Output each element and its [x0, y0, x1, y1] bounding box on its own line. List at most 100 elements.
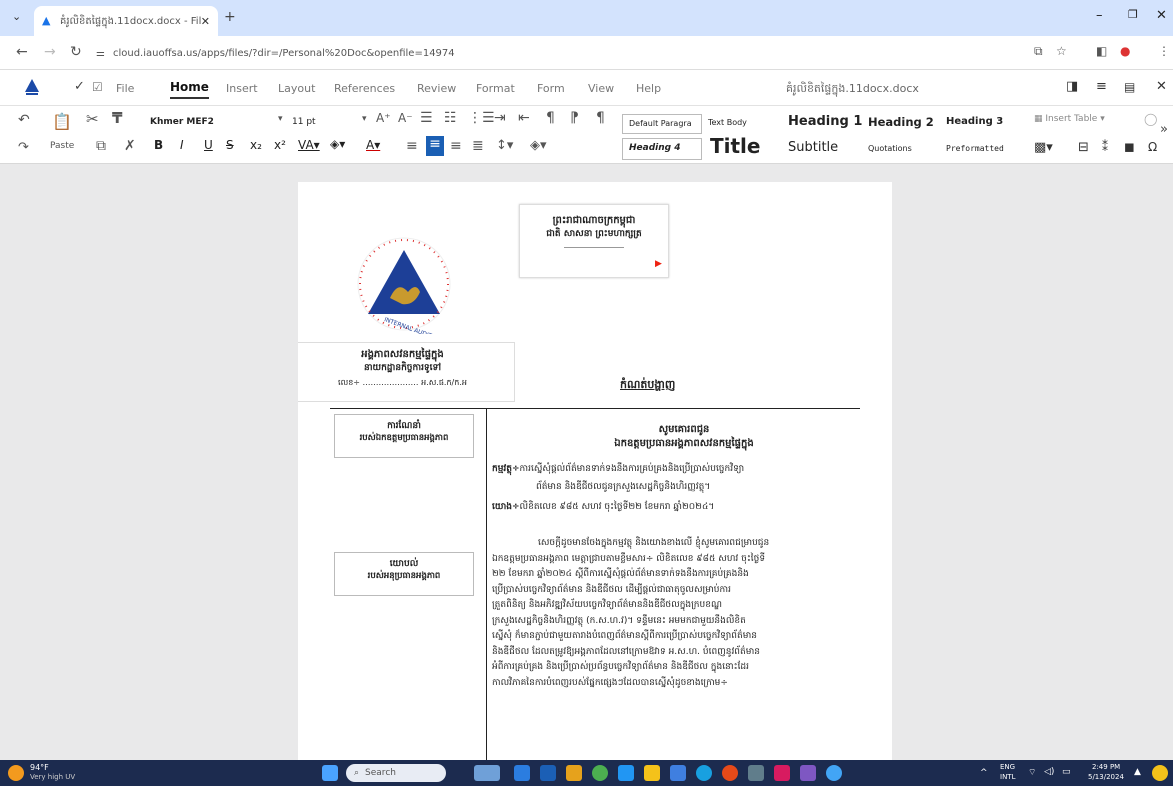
decrease-indent-icon[interactable]: ⇤	[518, 110, 530, 126]
paragraph-rtl-icon[interactable]: ¶	[596, 110, 605, 126]
app-icon-1[interactable]	[514, 765, 530, 781]
underline-icon[interactable]: U	[204, 138, 213, 152]
clock-time[interactable]: 2:49 PM	[1092, 763, 1120, 771]
page-break-icon[interactable]: ⊟	[1078, 140, 1089, 155]
style-subtitle[interactable]: Subtitle	[788, 140, 838, 155]
style-preformatted[interactable]: Preformatted	[946, 144, 1018, 153]
align-left-icon[interactable]: ≡	[406, 138, 418, 154]
profile-icon[interactable]: ●	[1120, 44, 1130, 58]
body-paragraph[interactable]: សេចក្តីដូចមានចែងក្នុងកម្មវត្ថុ និងយោងខាង…	[492, 536, 886, 691]
menu-format[interactable]: Format	[476, 82, 515, 95]
menu-view[interactable]: View	[588, 82, 614, 95]
style-title[interactable]: Title	[710, 134, 760, 158]
insert-comment-icon[interactable]: ◼	[1124, 140, 1135, 155]
checkbox-icon[interactable]: ☑	[92, 80, 103, 94]
network-icon[interactable]: ⌔	[1028, 767, 1036, 778]
style-heading-1[interactable]: Heading 1	[788, 114, 862, 129]
app-icon-7[interactable]	[748, 765, 764, 781]
insert-field-icon[interactable]: ⁑	[1102, 140, 1108, 154]
font-color-icon[interactable]: A▾	[366, 138, 380, 152]
menu-layout[interactable]: Layout	[278, 82, 315, 95]
app-icon-10[interactable]	[826, 765, 842, 781]
chrome-icon[interactable]	[592, 765, 608, 781]
cast-icon[interactable]: ⧉	[1034, 44, 1043, 59]
browser-tab[interactable]: ▲ គំរូលិខិតផ្ទៃក្នុង.11docx.docx - Files…	[34, 6, 218, 36]
notification-avatar-icon[interactable]	[1152, 765, 1168, 781]
style-heading-3[interactable]: Heading 3	[946, 116, 1003, 127]
special-character-icon[interactable]: Ω	[1148, 140, 1157, 154]
taskbar-search[interactable]: ⌕ Search	[346, 764, 446, 782]
sidepanel-icon[interactable]: ◧	[1096, 44, 1107, 58]
browser-menu-icon[interactable]: ⋮	[1158, 44, 1170, 58]
line-spacing-icon[interactable]: ↕▾	[496, 138, 513, 153]
app-icon-6[interactable]	[722, 765, 738, 781]
superscript-icon[interactable]: x²	[274, 138, 286, 152]
insert-table-button[interactable]: ▦ Insert Table ▾	[1034, 114, 1105, 124]
url-field[interactable]: ⚌ cloud.iauoffsa.us/apps/files/?dir=/Per…	[96, 41, 1026, 65]
paste-label[interactable]: Paste	[50, 141, 74, 151]
menu-file[interactable]: File	[116, 82, 134, 95]
volume-icon[interactable]: ◁)	[1044, 767, 1054, 777]
close-window-button[interactable]: ✕	[1156, 8, 1167, 23]
justify-icon[interactable]: ≣	[472, 138, 484, 154]
reload-icon[interactable]: ↻	[70, 44, 82, 60]
bookmark-star-icon[interactable]: ☆	[1056, 44, 1067, 58]
font-size-select[interactable]: 11 pt	[292, 117, 316, 127]
app-icon-8[interactable]	[774, 765, 790, 781]
app-icon-3[interactable]	[644, 765, 660, 781]
file-explorer-icon[interactable]	[566, 765, 582, 781]
outline-icon[interactable]: ⋮☰	[468, 110, 495, 126]
menu-form[interactable]: Form	[537, 82, 565, 95]
clear-formatting-icon[interactable]: ✗	[124, 138, 136, 154]
paragraph-background-icon[interactable]: ◈▾	[530, 138, 547, 153]
menu-help[interactable]: Help	[636, 82, 661, 95]
toolbar-overflow-icon[interactable]: »	[1160, 122, 1168, 137]
edge-icon[interactable]	[618, 765, 634, 781]
language-top[interactable]: ENG	[1000, 763, 1015, 771]
insert-chart-icon[interactable]: ◯	[1144, 112, 1157, 126]
shrink-font-icon[interactable]: A⁻	[398, 111, 413, 125]
kingdom-header-box[interactable]: ព្រះរាជាណាចក្រកម្ពុជា ជាតិ សាសនា ព្រះមហា…	[519, 204, 669, 278]
font-name-select[interactable]: Khmer MEF2	[150, 117, 214, 127]
paragraph-ltr-icon[interactable]: ⁋	[570, 110, 579, 126]
paste-icon[interactable]: 📋	[52, 112, 72, 131]
save-check-icon[interactable]: ✓	[74, 79, 85, 94]
highlight-color-icon[interactable]: ◈▾	[330, 137, 345, 151]
bullets-icon[interactable]: ☰	[420, 110, 433, 126]
style-quotations[interactable]: Quotations	[868, 144, 912, 153]
style-heading-4[interactable]: Heading 4	[622, 138, 702, 160]
style-heading-2[interactable]: Heading 2	[868, 115, 934, 129]
size-dropdown-icon[interactable]: ▾	[362, 114, 367, 124]
style-text-body[interactable]: Text Body	[708, 118, 747, 127]
numbering-icon[interactable]: ☷	[444, 110, 457, 126]
tab-search-icon[interactable]: ⌄	[12, 10, 21, 23]
org-header-box[interactable]: អង្គភាពសវនកម្មផ្ទៃក្នុង នាយកដ្ឋានកិច្ចកា…	[298, 342, 515, 402]
back-icon[interactable]: ←	[16, 44, 28, 60]
app-icon-9[interactable]	[800, 765, 816, 781]
copy-icon[interactable]: ⧉	[96, 138, 106, 154]
insert-image-icon[interactable]: ▩▾	[1034, 140, 1053, 155]
compact-view-icon[interactable]: ▤	[1124, 80, 1135, 94]
menu-review[interactable]: Review	[417, 82, 456, 95]
menu-home[interactable]: Home	[170, 80, 209, 99]
italic-icon[interactable]: I	[180, 138, 184, 152]
tray-chevron-icon[interactable]: ^	[980, 768, 988, 778]
app-icon-4[interactable]	[670, 765, 686, 781]
close-tab-icon[interactable]: ✕	[201, 15, 210, 28]
widgets-icon[interactable]	[474, 765, 500, 781]
clock-date[interactable]: 5/13/2024	[1088, 773, 1124, 781]
increase-indent-icon[interactable]: ⇥	[494, 110, 506, 126]
clone-formatting-icon[interactable]: ₸	[112, 109, 122, 127]
app-icon-2[interactable]	[540, 765, 556, 781]
deputy-opinion-cell[interactable]: យោបល់ របស់អនុប្រធានអង្គភាព	[334, 552, 474, 596]
language-bottom[interactable]: INTL	[1000, 773, 1015, 781]
formatting-marks-icon[interactable]: ¶	[546, 110, 555, 126]
redo-icon[interactable]: ↷	[18, 140, 29, 155]
weather-temp[interactable]: 94°F	[30, 763, 49, 772]
weather-icon[interactable]	[8, 765, 24, 781]
notification-icon[interactable]: ▲	[1134, 767, 1141, 777]
minimize-button[interactable]: –	[1096, 8, 1103, 23]
list-icon[interactable]: ≡	[1096, 79, 1107, 94]
strikethrough-icon[interactable]: S	[226, 138, 234, 152]
sidebar-toggle-icon[interactable]: ◨	[1066, 79, 1078, 94]
